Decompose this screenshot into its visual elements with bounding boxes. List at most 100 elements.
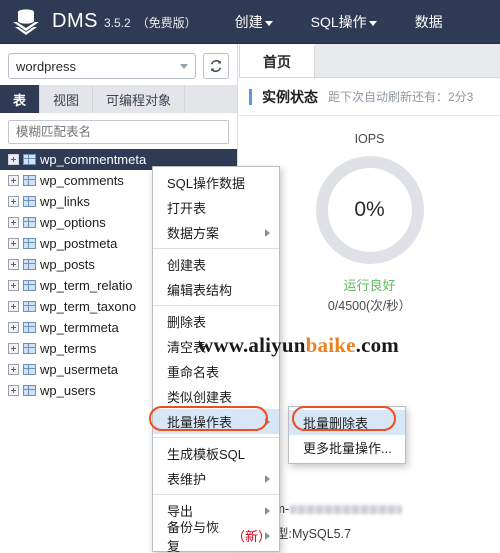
- ctx-open-table[interactable]: 打开表: [153, 195, 279, 220]
- ctx-sql-operate-data[interactable]: SQL操作数据: [153, 170, 279, 195]
- top-nav: 创建 SQL操作 数据: [235, 12, 443, 32]
- database-select-value: wordpress: [16, 58, 76, 74]
- table-icon: [23, 301, 36, 312]
- ctx-item-label: 数据方案: [167, 226, 220, 241]
- table-icon: [23, 280, 36, 291]
- ctx-item-label: 类似创建表: [167, 390, 233, 405]
- menu-divider: [153, 248, 279, 249]
- expand-icon[interactable]: [8, 385, 19, 396]
- table-icon: [23, 385, 36, 396]
- app-logo: [0, 0, 52, 44]
- table-filter-wrap: [0, 113, 237, 149]
- table-item-label: wp_posts: [40, 257, 95, 272]
- nav-item-sql-operation-label: SQL操作: [310, 13, 367, 30]
- expand-icon[interactable]: [8, 364, 19, 375]
- ctx-data-scheme[interactable]: 数据方案: [153, 220, 279, 245]
- database-select[interactable]: wordpress: [8, 53, 196, 79]
- nav-item-sql-operation[interactable]: SQL操作: [311, 12, 377, 32]
- table-item-label: wp_comments: [40, 173, 124, 188]
- menu-divider: [153, 305, 279, 306]
- expand-icon[interactable]: [8, 322, 19, 333]
- instance-name-line: 名 :rm-: [251, 497, 500, 522]
- tab-views[interactable]: 视图: [40, 85, 94, 113]
- batch-operate-submenu: 批量删除表 更多批量操作...: [288, 406, 406, 464]
- ctx-item-label: 删除表: [167, 315, 207, 330]
- menu-divider: [153, 494, 279, 495]
- object-type-tabs: 表 视图 可编程对象: [0, 85, 237, 113]
- ctx-truncate-table[interactable]: 清空表: [153, 334, 279, 359]
- iops-gauge-ring: 0%: [315, 156, 424, 264]
- table-filter-input[interactable]: [8, 120, 229, 144]
- expand-icon[interactable]: [8, 343, 19, 354]
- expand-icon[interactable]: [8, 259, 19, 270]
- tab-programmable-objects-label: 可编程对象: [106, 92, 172, 108]
- tab-home[interactable]: 首页: [239, 44, 315, 77]
- nav-item-data[interactable]: 数据: [415, 12, 443, 32]
- table-item-label: wp_usermeta: [40, 362, 119, 377]
- ctx-rename-table[interactable]: 重命名表: [153, 359, 279, 384]
- expand-icon[interactable]: [8, 280, 19, 291]
- chevron-right-icon: [265, 417, 270, 426]
- ctx-generate-template-sql[interactable]: 生成模板SQL: [153, 441, 279, 466]
- ctx-item-label: SQL操作数据: [167, 176, 246, 191]
- nav-item-create[interactable]: 创建: [235, 12, 273, 32]
- gauge-percent: 0%: [354, 198, 385, 221]
- table-item-label: wp_termmeta: [40, 320, 119, 335]
- ctx-table-maintenance[interactable]: 表维护: [153, 466, 279, 491]
- table-icon: [23, 217, 36, 228]
- ctx-create-table[interactable]: 创建表: [153, 252, 279, 277]
- chevron-down-icon: [264, 21, 273, 26]
- nav-item-create-label: 创建: [234, 13, 263, 30]
- expand-icon[interactable]: [8, 154, 19, 165]
- refresh-button[interactable]: [203, 53, 229, 79]
- gauge-label: IOPS: [354, 132, 385, 146]
- expand-icon[interactable]: [8, 175, 19, 186]
- tab-home-label: 首页: [263, 53, 291, 70]
- brand-block: DMS 3.5.2 （免费版）: [52, 10, 197, 33]
- accent-bar: [249, 88, 252, 105]
- table-icon: [23, 322, 36, 333]
- chevron-right-icon: [265, 506, 270, 515]
- chevron-down-icon: [180, 63, 188, 69]
- tabs-filler: [185, 85, 237, 113]
- app-header: DMS 3.5.2 （免费版） 创建 SQL操作 数据: [0, 0, 500, 44]
- refresh-icon: [210, 60, 222, 72]
- chevron-right-icon: [265, 474, 270, 483]
- ctx-item-label: 创建表: [167, 258, 207, 273]
- expand-icon[interactable]: [8, 217, 19, 228]
- tab-programmable-objects[interactable]: 可编程对象: [93, 85, 186, 113]
- expand-icon[interactable]: [8, 238, 19, 249]
- ctx-item-label: 更多批量操作...: [303, 441, 392, 456]
- brand-version: 3.5.2: [103, 16, 131, 30]
- expand-icon[interactable]: [8, 301, 19, 312]
- tab-tables-label: 表: [13, 92, 27, 108]
- ctx-item-label: 备份与恢复: [167, 519, 220, 553]
- ctx-drop-table[interactable]: 删除表: [153, 309, 279, 334]
- table-icon: [23, 175, 36, 186]
- ctx-batch-operate-tables[interactable]: 批量操作表: [153, 409, 279, 434]
- ctx-create-like-table[interactable]: 类似创建表: [153, 384, 279, 409]
- tab-tables[interactable]: 表: [0, 85, 41, 113]
- db-type-line: 库类型:MySQL5.7: [251, 522, 500, 547]
- brand-name: DMS: [52, 10, 98, 32]
- table-item-label: wp_postmeta: [40, 236, 118, 251]
- table-icon: [23, 364, 36, 375]
- ctx-batch-drop-tables[interactable]: 批量删除表: [289, 410, 405, 435]
- chevron-right-icon: [265, 531, 270, 540]
- ctx-edit-table-structure[interactable]: 编辑表结构: [153, 277, 279, 302]
- instance-id-redacted: [290, 505, 403, 514]
- ctx-more-batch-operations[interactable]: 更多批量操作...: [289, 435, 405, 460]
- panel-title: 实例状态: [262, 88, 318, 105]
- tab-views-label: 视图: [53, 92, 80, 108]
- ctx-item-label: 批量删除表: [303, 416, 369, 431]
- table-icon: [23, 196, 36, 207]
- main-tab-bar: 首页: [239, 44, 500, 78]
- table-item-label: wp_links: [40, 194, 90, 209]
- table-icon: [23, 238, 36, 249]
- expand-icon[interactable]: [8, 196, 19, 207]
- brand-edition: （免费版）: [136, 16, 197, 30]
- ctx-item-label: 清空表: [167, 340, 207, 355]
- ctx-backup-restore[interactable]: 备份与恢复 （新）: [153, 520, 279, 553]
- ctx-item-label: 打开表: [167, 201, 207, 216]
- table-item-label: wp_users: [40, 383, 96, 398]
